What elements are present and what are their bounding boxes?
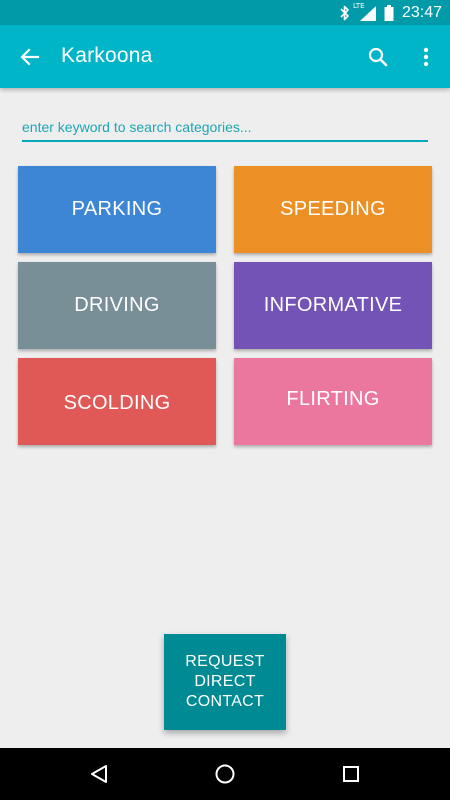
category-search-input[interactable] bbox=[22, 114, 428, 142]
status-time: 23:47 bbox=[401, 3, 442, 21]
navigation-bar bbox=[0, 748, 450, 800]
app-title: Karkoona bbox=[61, 44, 153, 67]
app-bar: Karkoona bbox=[0, 25, 450, 88]
search-icon bbox=[368, 47, 388, 67]
request-direct-contact-button[interactable]: REQUEST DIRECT CONTACT bbox=[164, 634, 286, 730]
category-label: DRIVING bbox=[74, 294, 160, 316]
bluetooth-icon bbox=[340, 5, 350, 21]
request-button-label: REQUEST DIRECT CONTACT bbox=[185, 653, 265, 710]
overflow-menu-button[interactable] bbox=[410, 41, 442, 73]
category-tile-parking[interactable]: PARKING bbox=[18, 166, 216, 253]
category-tile-informative[interactable]: INFORMATIVE bbox=[234, 262, 432, 349]
category-tile-scolding[interactable]: SCOLDING bbox=[18, 358, 216, 445]
category-label: SPEEDING bbox=[280, 198, 386, 220]
category-tile-speeding[interactable]: SPEEDING bbox=[234, 166, 432, 253]
more-vert-icon bbox=[423, 47, 429, 67]
back-button[interactable] bbox=[14, 41, 46, 73]
category-label: PARKING bbox=[71, 198, 163, 220]
category-label: INFORMATIVE bbox=[263, 294, 403, 316]
nav-home-button[interactable] bbox=[211, 760, 239, 788]
status-icons: LTE 23:47 bbox=[340, 0, 442, 25]
nav-recents-button[interactable] bbox=[337, 760, 365, 788]
status-bar: LTE 23:47 bbox=[0, 0, 450, 25]
battery-icon bbox=[384, 4, 394, 21]
category-label: SCOLDING bbox=[63, 392, 171, 414]
screen: LTE 23:47 Karkoona enter keyword to sear… bbox=[0, 0, 450, 800]
network-type-label: LTE bbox=[352, 1, 365, 10]
category-tile-flirting[interactable]: FLIRTING bbox=[234, 358, 432, 445]
arrow-back-icon bbox=[20, 47, 40, 67]
signal-icon: LTE bbox=[352, 1, 378, 21]
nav-back-button[interactable] bbox=[85, 760, 113, 788]
search-button[interactable] bbox=[362, 41, 394, 73]
category-label: FLIRTING bbox=[286, 388, 380, 410]
nav-home-icon bbox=[214, 763, 236, 785]
nav-recents-icon bbox=[340, 763, 362, 785]
category-tile-driving[interactable]: DRIVING bbox=[18, 262, 216, 349]
nav-back-icon bbox=[88, 763, 110, 785]
